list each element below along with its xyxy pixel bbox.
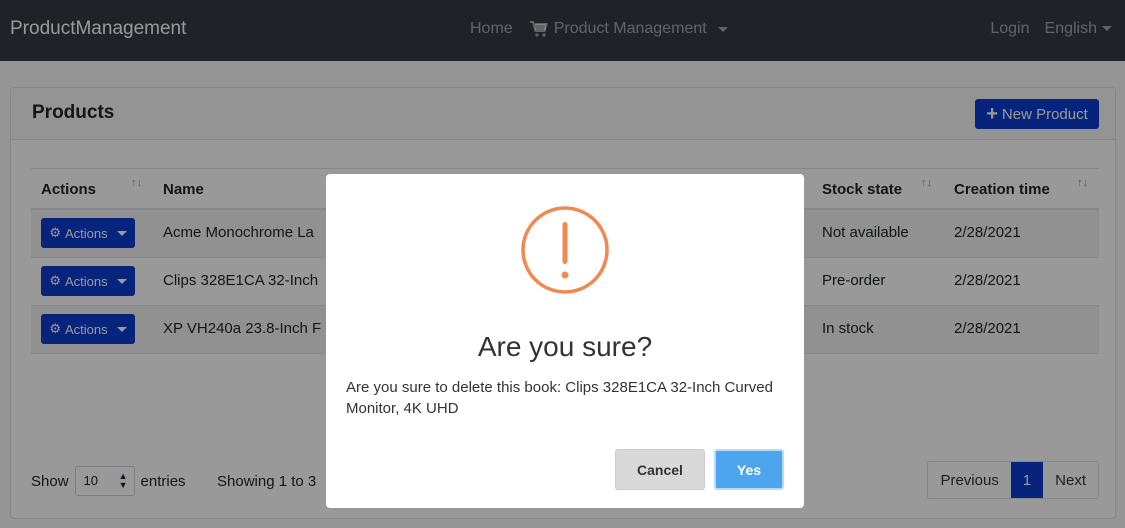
yes-button[interactable]: Yes	[714, 449, 784, 490]
cancel-button[interactable]: Cancel	[615, 449, 705, 490]
confirm-dialog: Are you sure? Are you sure to delete thi…	[326, 174, 804, 508]
dialog-message: Are you sure to delete this book: Clips …	[346, 379, 773, 417]
warning-icon	[521, 206, 609, 294]
dialog-title: Are you sure?	[477, 331, 653, 362]
